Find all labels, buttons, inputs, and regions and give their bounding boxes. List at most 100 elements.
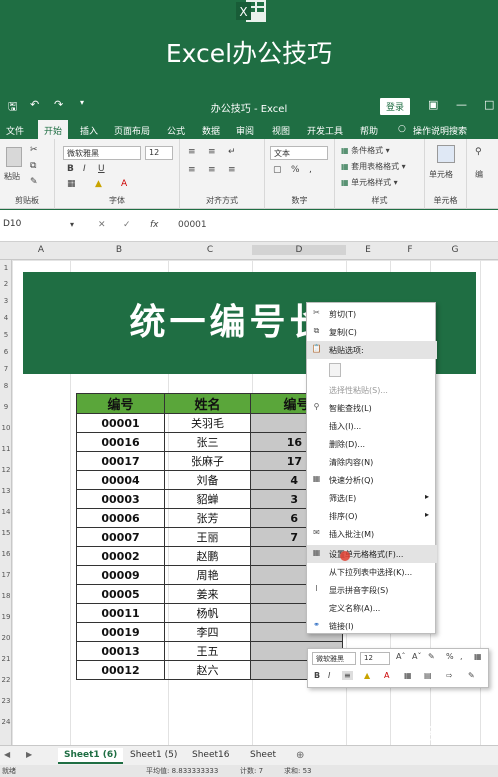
editing-button[interactable]: 编 <box>475 169 483 180</box>
menu-item-cut[interactable]: ✂ 剪切(T) <box>307 305 437 323</box>
name-cell[interactable]: 貂蝉 <box>164 489 251 509</box>
mini-eraser-icon[interactable]: ✎ <box>468 671 475 680</box>
column-header-b[interactable]: B <box>70 245 168 255</box>
column-header-g[interactable]: G <box>430 245 480 255</box>
row-header[interactable]: 2 <box>0 280 12 288</box>
number-format-icon[interactable]: ▦ <box>474 652 482 661</box>
menu-item-filter[interactable]: 筛选(E) ▸ <box>307 489 437 507</box>
column-header-d[interactable]: D <box>252 245 346 255</box>
column-header-a[interactable]: A <box>12 245 70 255</box>
row-header[interactable]: 11 <box>0 445 12 453</box>
row-header[interactable]: 7 <box>0 365 12 373</box>
menu-item-smart-lookup[interactable]: ⚲ 智能查找(L) <box>307 399 437 417</box>
sheet-tab-active[interactable]: Sheet1 (6) <box>58 748 124 764</box>
bold-button[interactable]: B <box>67 164 74 174</box>
row-header[interactable]: 4 <box>0 314 12 322</box>
name-cell[interactable]: 张三 <box>164 432 251 452</box>
menu-item-insert-comment[interactable]: ✉ 插入批注(M) <box>307 525 437 543</box>
row-header[interactable]: 12 <box>0 466 12 474</box>
mini-align-icon[interactable]: ≡ <box>342 671 353 680</box>
cell-styles-button[interactable]: ▦ 单元格样式 ▾ <box>341 177 398 188</box>
tab-file[interactable]: 文件 <box>6 124 24 137</box>
mini-font-color-icon[interactable]: A <box>384 671 389 680</box>
row-header[interactable]: 3 <box>0 297 12 305</box>
name-cell[interactable]: 李四 <box>164 622 251 642</box>
maximize-icon[interactable]: □ <box>484 98 494 111</box>
name-cell[interactable]: 赵六 <box>164 660 251 680</box>
percent-icon[interactable]: % <box>291 165 300 175</box>
font-size-select[interactable]: 12 <box>145 146 173 160</box>
tab-review[interactable]: 审阅 <box>236 124 254 137</box>
insert-function-button[interactable]: fx <box>150 220 159 230</box>
name-cell[interactable]: 周艳 <box>164 565 251 585</box>
id-cell[interactable]: 00017 <box>76 451 165 471</box>
name-cell[interactable]: 张芳 <box>164 508 251 528</box>
tell-me-search[interactable]: 操作说明搜索 <box>413 124 467 137</box>
sheet-tab[interactable]: Sheet <box>244 748 282 762</box>
scroll-right-icon[interactable]: ▶ <box>26 750 32 759</box>
name-cell[interactable]: 张麻子 <box>164 451 251 471</box>
mini-size-select[interactable]: 12 <box>360 652 390 665</box>
id-cell[interactable]: 00003 <box>76 489 165 509</box>
comma-icon[interactable]: , <box>309 165 312 175</box>
row-header[interactable]: 5 <box>0 331 12 339</box>
id-cell[interactable]: 00006 <box>76 508 165 528</box>
row-header[interactable]: 14 <box>0 508 12 516</box>
percent-icon[interactable]: % <box>446 652 454 661</box>
tab-home[interactable]: 开始 <box>38 120 69 140</box>
column-header-e[interactable]: E <box>346 245 390 255</box>
wrap-text-icon[interactable]: ↵ <box>228 147 236 157</box>
tab-data[interactable]: 数据 <box>202 124 220 137</box>
id-cell[interactable]: 00001 <box>76 413 165 433</box>
name-cell[interactable]: 刘备 <box>164 470 251 490</box>
mini-decimal-icon[interactable]: ⇨ <box>446 671 453 680</box>
name-box[interactable]: D10 <box>0 218 66 234</box>
row-header[interactable]: 13 <box>0 487 12 495</box>
mini-font-select[interactable]: 微软雅黑 <box>312 652 356 665</box>
menu-item-copy[interactable]: ⧉ 复制(C) <box>307 323 437 341</box>
row-header[interactable]: 1 <box>0 264 12 272</box>
menu-item-quick-analysis[interactable]: ▦ 快速分析(Q) <box>307 471 437 489</box>
tab-help[interactable]: 帮助 <box>360 124 378 137</box>
format-painter-icon[interactable]: ✎ <box>30 177 38 187</box>
comma-icon[interactable]: , <box>460 652 463 661</box>
id-cell[interactable]: 00002 <box>76 546 165 566</box>
row-header[interactable]: 15 <box>0 529 12 537</box>
name-cell[interactable]: 杨帆 <box>164 603 251 623</box>
row-header[interactable]: 8 <box>0 382 12 390</box>
format-as-table-button[interactable]: ▦ 套用表格格式 ▾ <box>341 161 406 172</box>
menu-item-clear-contents[interactable]: 清除内容(N) <box>307 453 437 471</box>
sheet-tab[interactable]: Sheet16 <box>186 748 235 762</box>
cancel-icon[interactable]: ✕ <box>98 220 106 230</box>
cells-button[interactable]: 单元格 <box>429 169 453 180</box>
mini-italic-button[interactable]: I <box>328 671 330 680</box>
menu-item-format-cells[interactable]: ▦ 设置单元格格式(F)... <box>307 545 437 563</box>
align-middle-icon[interactable]: ≡ <box>208 147 216 157</box>
minimize-icon[interactable]: — <box>456 98 467 111</box>
tab-insert[interactable]: 插入 <box>80 124 98 137</box>
mini-border-icon[interactable]: ▦ <box>404 671 412 680</box>
sheet-tab[interactable]: Sheet1 (5) <box>124 748 183 762</box>
ribbon-display-icon[interactable]: ▣ <box>428 98 438 111</box>
font-color-icon[interactable]: A <box>121 179 127 189</box>
row-header[interactable]: 16 <box>0 550 12 558</box>
row-header[interactable]: 6 <box>0 348 12 356</box>
border-icon[interactable]: ▦ <box>67 179 76 189</box>
row-header[interactable]: 22 <box>0 676 12 684</box>
menu-item-link[interactable]: ⚭ 链接(I) <box>307 617 437 635</box>
cells-icon[interactable] <box>437 145 455 163</box>
mini-merge-icon[interactable]: ▤ <box>424 671 432 680</box>
menu-item-pick-from-list[interactable]: 从下拉列表中选择(K)... <box>307 563 437 581</box>
grow-font-icon[interactable]: Aˆ <box>396 652 405 661</box>
row-header[interactable]: 24 <box>0 718 12 726</box>
formula-input[interactable]: 00001 <box>178 220 207 230</box>
paste-icon[interactable] <box>6 147 22 167</box>
menu-item-delete[interactable]: 删除(D)... <box>307 435 437 453</box>
tab-developer[interactable]: 开发工具 <box>307 124 343 137</box>
enter-icon[interactable]: ✓ <box>123 220 131 230</box>
currency-icon[interactable]: ▢ <box>273 165 282 175</box>
row-header[interactable]: 23 <box>0 697 12 705</box>
row-header[interactable]: 20 <box>0 634 12 642</box>
underline-button[interactable]: U <box>98 164 105 174</box>
align-top-icon[interactable]: ≡ <box>188 147 196 157</box>
